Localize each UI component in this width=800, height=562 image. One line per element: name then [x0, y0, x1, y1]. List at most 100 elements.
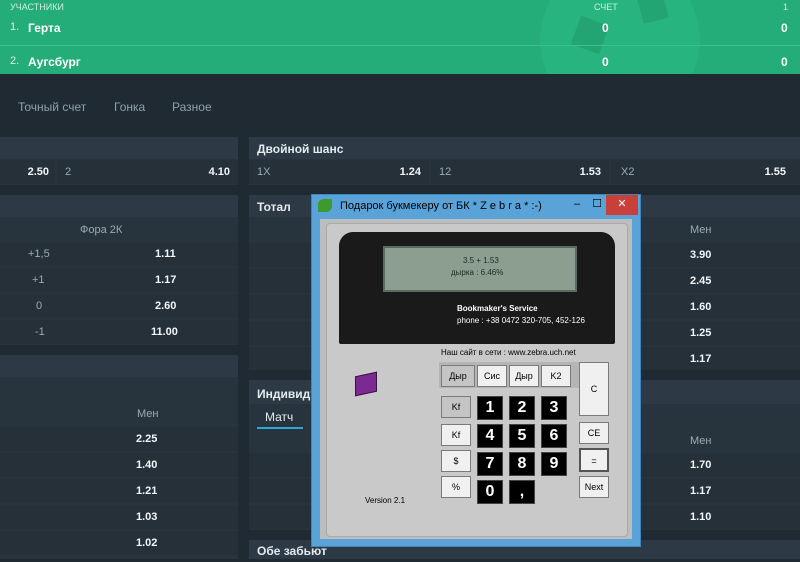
tab-exact-score[interactable]: Точный счет [18, 100, 86, 114]
odds-cell[interactable]: 2 4.10 [57, 160, 238, 184]
digit-7-button[interactable]: 7 [477, 452, 503, 476]
odds-value: 1.17 [690, 485, 712, 497]
tab-misc[interactable]: Разное [172, 100, 212, 114]
service-title: Bookmaker's Service [457, 304, 538, 313]
window-client: 3.5 + 1.53 дырка : 6.46% Bookmaker's Ser… [320, 219, 632, 539]
team-name-home: Герта [28, 21, 61, 35]
panel-header [0, 195, 238, 217]
clear-entry-button[interactable]: CE [579, 422, 609, 444]
row-divider [0, 45, 800, 46]
column-header: Мен [690, 224, 712, 236]
service-phone: phone : +38 0472 320-705, 452-126 [457, 316, 585, 325]
close-button[interactable]: ✕ [606, 195, 638, 215]
odds-cell[interactable]: 2.50 [0, 160, 55, 184]
kf-button[interactable]: Kf [441, 396, 471, 418]
participants-label: УЧАСТНИКИ [10, 2, 64, 12]
window-titlebar[interactable]: Подарок букмекеру от БК * Z e b r a * :-… [312, 195, 640, 217]
period-label: 1 [783, 2, 789, 12]
leaf-icon [318, 199, 332, 212]
odds-cell-1x[interactable]: 1X 1.24 [249, 160, 429, 184]
odds-value: 2.50 [27, 166, 49, 178]
mode-button-dyr[interactable]: Дыр [441, 365, 475, 387]
display-frame: 3.5 + 1.53 дырка : 6.46% Bookmaker's Ser… [339, 232, 615, 344]
digit-2-button[interactable]: 2 [509, 396, 535, 420]
next-button[interactable]: Next [579, 476, 609, 498]
tab-match[interactable]: Матч [265, 410, 293, 424]
calculator-body: 3.5 + 1.53 дырка : 6.46% Bookmaker's Ser… [326, 223, 628, 537]
team-period-away: 0 [781, 55, 788, 69]
team-number: 2. [10, 55, 20, 67]
odds-row[interactable]: 1.40 [0, 453, 238, 477]
odds-value: 1.03 [136, 511, 158, 523]
odds-value: 11.00 [151, 326, 178, 338]
lcd-display: 3.5 + 1.53 дырка : 6.46% [383, 246, 577, 292]
percent-button[interactable]: % [441, 476, 471, 498]
digit-5-button[interactable]: 5 [509, 424, 535, 448]
handicap-label: +1,5 [28, 248, 50, 260]
odds-value: 1.17 [155, 274, 177, 286]
odds-row[interactable]: 1.02 [0, 531, 238, 555]
digit-1-button[interactable]: 1 [477, 396, 503, 420]
mode-button-dyr-2[interactable]: Дыр [509, 365, 539, 387]
dollar-button[interactable]: $ [441, 450, 471, 472]
panel-title: Тотал [257, 200, 291, 214]
team-name-away: Аугсбург [28, 55, 81, 69]
handicap-label: +1 [32, 274, 45, 286]
odds-value: 1.17 [690, 353, 712, 365]
odds-row[interactable]: 2.25 [0, 427, 238, 451]
digit-0-button[interactable]: 0 [477, 480, 503, 504]
tab-race[interactable]: Гонка [114, 100, 145, 114]
odds-row[interactable]: 1.21 [0, 479, 238, 503]
digit-3-button[interactable]: 3 [541, 396, 567, 420]
left-lower-panel: Мен 2.25 1.40 1.21 1.03 1.02 [0, 355, 238, 559]
panel-header: Двойной шанс [249, 137, 800, 159]
handicap-label: 0 [36, 300, 43, 312]
handicap-row[interactable]: +1,5 1.11 [0, 242, 238, 266]
odds-value: 1.02 [136, 537, 158, 549]
digit-9-button[interactable]: 9 [541, 452, 567, 476]
odds-cell-12[interactable]: 12 1.53 [431, 160, 609, 184]
odds-cell-x2[interactable]: X2 1.55 [611, 160, 800, 184]
odds-label: 2 [65, 166, 72, 178]
team-score-home: 0 [602, 21, 609, 35]
handicap-row[interactable]: -1 11.00 [0, 320, 238, 344]
odds-value: 1.11 [155, 248, 176, 260]
handicap-row[interactable]: 0 2.60 [0, 294, 238, 318]
maximize-button[interactable]: ☐ [588, 195, 606, 215]
digit-6-button[interactable]: 6 [541, 424, 567, 448]
team-period-home: 0 [781, 21, 788, 35]
odds-value: 1.55 [764, 166, 786, 178]
team-score-away: 0 [602, 55, 609, 69]
match-header: УЧАСТНИКИ СЧЕТ 1 1. Герта 0 0 2. Аугсбур… [0, 0, 800, 74]
digit-4-button[interactable]: 4 [477, 424, 503, 448]
odds-value: 2.45 [690, 275, 712, 287]
odds-value: 1.40 [136, 459, 158, 471]
mode-button-sis[interactable]: Сис [477, 365, 507, 387]
odds-value: 1.60 [690, 301, 712, 313]
version-label: Version 2.1 [365, 496, 406, 505]
minimize-button[interactable]: – [566, 195, 588, 215]
odds-value: 2.25 [136, 433, 158, 445]
decimal-button[interactable]: , [509, 480, 535, 504]
active-tab-underline [257, 427, 303, 429]
odds-label: 12 [439, 166, 452, 178]
equals-button[interactable]: = [579, 448, 609, 472]
kf-button-2[interactable]: Kf [441, 424, 471, 446]
clear-button[interactable]: C [579, 362, 609, 416]
odds-row[interactable]: 1.03 [0, 505, 238, 529]
book-icon[interactable] [355, 371, 377, 397]
odds-label: X2 [621, 166, 635, 178]
panel-title: Двойной шанс [257, 142, 344, 156]
mode-button-k2[interactable]: K2 [541, 365, 571, 387]
lcd-line-1: 3.5 + 1.53 [463, 256, 499, 265]
handicap-label: -1 [35, 326, 45, 338]
handicap-panel: Фора 2К +1,5 1.11 +1 1.17 0 2.60 -1 11.0… [0, 195, 238, 345]
soccer-ball-icon [540, 0, 700, 74]
handicap-row[interactable]: +1 1.17 [0, 268, 238, 292]
odds-value: 2.60 [155, 300, 177, 312]
window-title: Подарок букмекеру от БК * Z e b r a * :-… [340, 200, 542, 212]
column-header: Мен [137, 408, 159, 420]
left-top-panel: 2.50 2 4.10 [0, 137, 238, 185]
odds-value: 1.24 [399, 166, 421, 178]
digit-8-button[interactable]: 8 [509, 452, 535, 476]
